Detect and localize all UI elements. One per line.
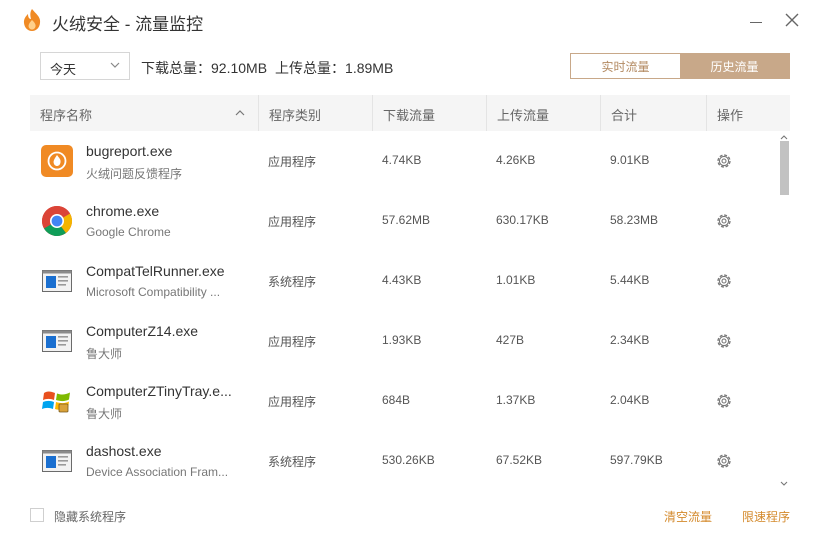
upload-traffic: 427B xyxy=(496,333,525,347)
total-traffic: 597.79KB xyxy=(610,453,663,467)
download-traffic: 530.26KB xyxy=(382,453,435,467)
upload-total-value: 1.89MB xyxy=(345,60,394,76)
speed-limit-link[interactable]: 限速程序 xyxy=(742,508,790,525)
traffic-table: 程序名称 程序类别 下载流量 上传流量 合计 操作 bugreport.exe … xyxy=(30,95,790,490)
clear-traffic-link[interactable]: 清空流量 xyxy=(664,508,712,525)
total-traffic: 5.44KB xyxy=(610,273,650,287)
column-header-program-name[interactable]: 程序名称 xyxy=(30,95,258,131)
chevron-down-icon xyxy=(110,62,120,68)
download-traffic: 1.93KB xyxy=(382,333,422,347)
window-app-icon xyxy=(42,270,72,292)
hide-system-programs-checkbox[interactable] xyxy=(30,508,44,522)
huorong-logo-icon xyxy=(23,9,41,31)
program-category: 应用程序 xyxy=(268,215,317,229)
program-category: 系统程序 xyxy=(268,275,317,289)
upload-total-label: 上传总量： xyxy=(275,60,346,76)
upload-traffic: 1.37KB xyxy=(496,393,536,407)
window-title: 火绒安全 - 流量监控 xyxy=(52,15,204,34)
download-traffic: 684B xyxy=(382,393,411,407)
window-app-icon xyxy=(42,450,72,472)
traffic-totals: 下载总量：92.10MB 上传总量：1.89MB xyxy=(141,58,393,78)
upload-traffic: 630.17KB xyxy=(496,213,549,227)
upload-traffic: 1.01KB xyxy=(496,273,536,287)
table-row[interactable]: CompatTelRunner.exe Microsoft Compatibil… xyxy=(30,251,780,311)
program-description: Microsoft Compatibility ... xyxy=(86,285,221,299)
program-name: CompatTelRunner.exe xyxy=(86,263,225,279)
column-header-category[interactable]: 程序类别 xyxy=(258,95,372,131)
sort-ascending-icon[interactable] xyxy=(234,107,246,119)
total-traffic: 9.01KB xyxy=(610,153,650,167)
gear-icon[interactable] xyxy=(715,332,733,350)
windows-flag-icon xyxy=(42,391,70,413)
program-category: 应用程序 xyxy=(268,395,317,409)
column-header-download[interactable]: 下载流量 xyxy=(372,95,486,131)
scrollbar-thumb[interactable] xyxy=(780,141,789,195)
table-row[interactable]: chrome.exe Google Chrome 应用程序 57.62MB 63… xyxy=(30,191,780,251)
close-icon[interactable] xyxy=(782,10,802,30)
download-total-value: 92.10MB xyxy=(211,60,268,76)
total-traffic: 58.23MB xyxy=(610,213,659,227)
program-name: bugreport.exe xyxy=(86,143,173,159)
program-description: Google Chrome xyxy=(86,225,171,239)
date-range-value: 今天 xyxy=(50,62,77,77)
program-name: ComputerZ14.exe xyxy=(86,323,199,339)
program-description: 火绒问题反馈程序 xyxy=(86,167,183,181)
column-header-total[interactable]: 合计 xyxy=(600,95,706,131)
column-header-action: 操作 xyxy=(706,95,790,131)
program-name: ComputerZTinyTray.e... xyxy=(86,383,232,399)
gear-icon[interactable] xyxy=(715,152,733,170)
table-row[interactable]: bugreport.exe 火绒问题反馈程序 应用程序 4.74KB 4.26K… xyxy=(30,131,780,191)
download-total-label: 下载总量： xyxy=(141,60,211,76)
gear-icon[interactable] xyxy=(715,452,733,470)
total-traffic: 2.34KB xyxy=(610,333,650,347)
total-traffic: 2.04KB xyxy=(610,393,650,407)
program-description: 鲁大师 xyxy=(86,407,123,421)
minimize-button[interactable] xyxy=(746,10,766,30)
gear-icon[interactable] xyxy=(715,272,733,290)
bugreport-icon xyxy=(41,145,73,177)
hide-system-programs-label[interactable]: 隐藏系统程序 xyxy=(54,508,126,525)
download-traffic: 57.62MB xyxy=(382,213,431,227)
window-app-icon xyxy=(42,330,72,352)
upload-traffic: 67.52KB xyxy=(496,453,543,467)
program-category: 系统程序 xyxy=(268,455,317,469)
gear-icon[interactable] xyxy=(715,212,733,230)
program-name: dashost.exe xyxy=(86,443,162,459)
program-description: 鲁大师 xyxy=(86,347,123,361)
chrome-icon xyxy=(41,205,73,237)
gear-icon[interactable] xyxy=(715,392,733,410)
table-header: 程序名称 程序类别 下载流量 上传流量 合计 操作 xyxy=(30,95,790,131)
program-category: 应用程序 xyxy=(268,335,317,349)
tab-realtime-traffic[interactable]: 实时流量 xyxy=(571,54,680,78)
date-range-select[interactable]: 今天 xyxy=(40,52,130,80)
program-description: Device Association Fram... xyxy=(86,465,229,479)
table-row[interactable]: ComputerZTinyTray.e... 鲁大师 应用程序 684B 1.3… xyxy=(30,371,780,431)
upload-traffic: 4.26KB xyxy=(496,153,536,167)
title-bar: 火绒安全 - 流量监控 xyxy=(0,0,820,40)
tab-history-traffic[interactable]: 历史流量 xyxy=(680,54,789,78)
column-header-upload[interactable]: 上传流量 xyxy=(486,95,600,131)
table-body: bugreport.exe 火绒问题反馈程序 应用程序 4.74KB 4.26K… xyxy=(30,131,790,490)
table-row[interactable]: ComputerZ14.exe 鲁大师 应用程序 1.93KB 427B 2.3… xyxy=(30,311,780,371)
table-row[interactable]: dashost.exe Device Association Fram... 系… xyxy=(30,431,780,490)
program-category: 应用程序 xyxy=(268,155,317,169)
download-traffic: 4.74KB xyxy=(382,153,422,167)
traffic-mode-tabs: 实时流量 历史流量 xyxy=(570,53,790,79)
scroll-down-arrow-icon[interactable] xyxy=(779,480,789,488)
download-traffic: 4.43KB xyxy=(382,273,422,287)
scroll-up-arrow-icon[interactable] xyxy=(779,133,789,141)
program-name: chrome.exe xyxy=(86,203,160,219)
